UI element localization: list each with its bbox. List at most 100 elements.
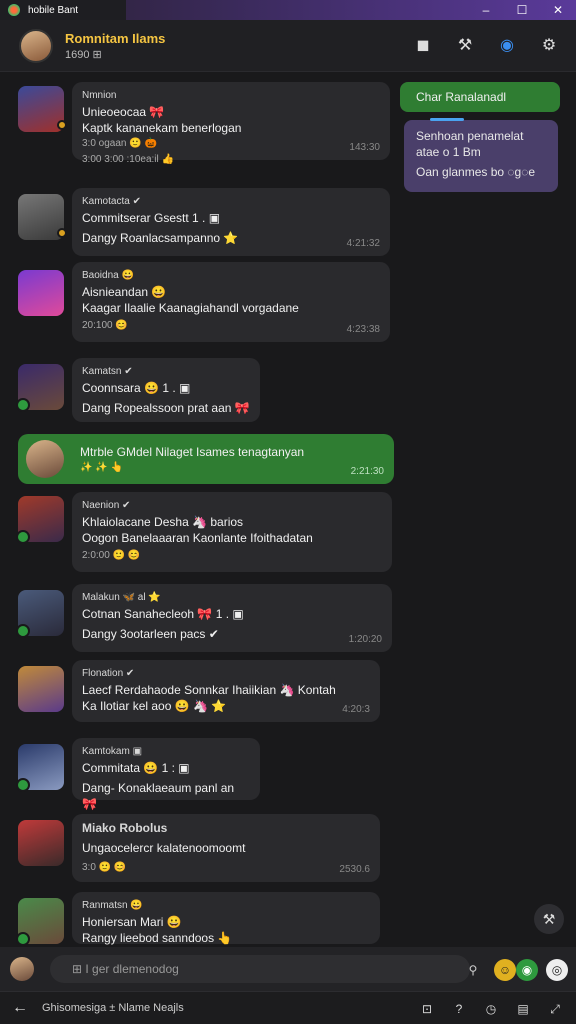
circle-icon[interactable]: ◉ xyxy=(494,32,520,58)
message-line: Oogon Banelaaaran Kaonlante Ifoithadatan xyxy=(82,531,313,545)
message-line: Dang Ropealssoon prat aan 🎀 xyxy=(82,401,250,415)
sender-name: Baoidna 😀 xyxy=(82,270,134,281)
message-line: Laecf Rerdahaode Sonnkar Ihaiikian 🦄 Kon… xyxy=(82,683,336,697)
message-line: Khlaiolacane Desha 🦄 barios xyxy=(82,515,244,529)
header-actions: ◼ ⚒ ◉ ⚙ xyxy=(410,32,562,58)
message-bubble[interactable]: Kamotacta ✔ Commitserar Gsestt 1 . ▣ Dan… xyxy=(72,188,390,256)
message-time: 4:20:3 xyxy=(342,704,370,715)
bottom-icons: ⊡ ? ◷ ▤ ⤢ xyxy=(418,1000,564,1018)
status-badge xyxy=(16,398,30,412)
status-badge xyxy=(57,228,67,238)
message-line: Commitata 😀 1 : ▣ xyxy=(82,761,190,775)
message-bubble[interactable]: Naenion ✔ Khlaiolacane Desha 🦄 barios Oo… xyxy=(72,492,392,572)
message-line: Unieoeocaa 🎀 xyxy=(82,105,165,119)
message-bubble[interactable]: Kamatsn ✔ Coonnsara 😀 1 . ▣ Dang Ropeals… xyxy=(72,358,260,422)
contact-avatar[interactable] xyxy=(19,28,53,63)
message-bubble[interactable]: Kamtokam ▣ Commitata 😀 1 : ▣ Dang- Konak… xyxy=(72,738,260,811)
help-icon[interactable]: ? xyxy=(450,1000,468,1018)
close-icon[interactable]: ✕ xyxy=(540,0,576,20)
avatar[interactable] xyxy=(16,590,64,638)
settings-icon[interactable]: ⚙ xyxy=(536,32,562,58)
status-badge xyxy=(16,778,30,792)
pin-icon[interactable]: ⚲ xyxy=(462,959,484,981)
message-meta: ✨ ✨ 👆 xyxy=(80,462,123,473)
message-line: Ka Ilotiar kel aoo 😀 🦄 ⭐ xyxy=(82,699,227,713)
message-bubble[interactable]: Flonation ✔ Laecf Rerdahaode Sonnkar Iha… xyxy=(72,660,380,722)
sender-name: Kamtokam ▣ xyxy=(82,746,143,757)
sender-name: Miako Robolus xyxy=(82,821,168,835)
avatar[interactable] xyxy=(18,666,64,712)
avatar[interactable] xyxy=(16,496,64,544)
contact-status: 1690 ⊞ xyxy=(65,48,102,61)
avatar[interactable] xyxy=(16,898,64,946)
send-icon[interactable]: ◎ xyxy=(546,959,568,981)
message-time: 2530.6 xyxy=(339,864,370,875)
message-line: Kaagar Ilaalie Kaanagiahandl vorgadane xyxy=(82,301,299,315)
message-time: 1:20:20 xyxy=(348,634,382,645)
window-controls: – ☐ ✕ xyxy=(468,0,576,20)
bottom-bar: ← Ghisomesiga ± Nlame Neajls ⊡ ? ◷ ▤ ⤢ xyxy=(0,991,576,1024)
message-bubble[interactable]: Malakun 🦋 al ⭐ Cotnan Sanahecleoh 🎀 1 . … xyxy=(72,584,392,652)
expand-icon[interactable]: ⤢ xyxy=(546,1000,564,1018)
sender-name: Kamatsn ✔ xyxy=(82,366,133,377)
gif-icon[interactable]: ◉ xyxy=(516,959,538,981)
tools-float-icon[interactable]: ⚒ xyxy=(534,904,564,934)
clock-icon[interactable]: ◷ xyxy=(482,1000,500,1018)
chat-area[interactable]: Char Ranalanadl Senhoan penamelat atae o… xyxy=(0,72,576,947)
contact-name: Romnitam Ilams xyxy=(65,30,166,46)
list-item[interactable] xyxy=(16,898,64,946)
message-line: Kaptk kananekam benerlogan xyxy=(82,121,242,135)
avatar[interactable] xyxy=(26,440,64,478)
message-bubble[interactable]: Miako Robolus Ungaocelercr kalatenoomoom… xyxy=(72,814,380,882)
tools-icon[interactable]: ⚒ xyxy=(452,32,478,58)
avatar[interactable] xyxy=(18,86,67,132)
message-line: Aisnieandan 😀 xyxy=(82,285,167,299)
contact-info[interactable]: Romnitam Ilams 1690 ⊞ xyxy=(65,31,165,61)
sender-name: Naenion ✔ xyxy=(82,500,131,511)
chat-header: Romnitam Ilams 1690 ⊞ ◼ ⚒ ◉ ⚙ xyxy=(0,20,576,72)
avatar[interactable] xyxy=(18,270,64,316)
minimize-icon[interactable]: – xyxy=(468,0,504,20)
avatar[interactable] xyxy=(16,364,64,412)
list-item[interactable] xyxy=(16,590,64,638)
list-item[interactable] xyxy=(18,270,64,316)
avatar[interactable] xyxy=(18,194,67,240)
outgoing-purple-line3: Oan glanmes bo ◌g◌e xyxy=(416,165,535,179)
message-time: 143:30 xyxy=(349,142,380,153)
sender-name: Ranmatsn 😀 xyxy=(82,900,143,911)
my-avatar[interactable] xyxy=(10,957,34,981)
panel-icon[interactable]: ▤ xyxy=(514,1000,532,1018)
message-bubble[interactable]: Baoidna 😀 Aisnieandan 😀 Kaagar Ilaalie K… xyxy=(72,262,390,342)
message-time: 2:21:30 xyxy=(350,466,384,477)
stop-icon[interactable]: ◼ xyxy=(410,32,436,58)
outgoing-message-green[interactable]: Char Ranalanadl xyxy=(400,82,560,112)
message-line: Dang- Konaklaeaum panl an 🎀 xyxy=(82,781,235,811)
message-accent xyxy=(430,118,464,121)
list-item[interactable] xyxy=(18,666,64,712)
status-badge xyxy=(16,624,30,638)
sender-name: Nmnion xyxy=(82,90,117,101)
message-meta: 3:00 3:00 :10ea:il 👍 xyxy=(82,154,174,165)
emoji-icon[interactable]: ☺ xyxy=(494,959,516,981)
list-item[interactable] xyxy=(16,496,64,544)
list-item[interactable] xyxy=(16,364,64,412)
avatar[interactable] xyxy=(16,744,64,792)
sender-name: Kamotacta ✔ xyxy=(82,196,141,207)
message-bubble[interactable]: Nmnion Unieoeocaa 🎀 Kaptk kananekam bene… xyxy=(72,82,390,165)
message-input[interactable] xyxy=(50,955,470,983)
bottom-status-text: Ghisomesiga ± Nlame Neajls xyxy=(42,1002,184,1014)
avatar[interactable] xyxy=(18,820,64,866)
highlighted-message[interactable]: Mtrble GMdel Nilaget Isames tenagtanyan … xyxy=(18,434,394,484)
outgoing-message-purple[interactable]: Senhoan penamelat atae o 1 Bm Oan glanme… xyxy=(404,118,558,192)
status-badge xyxy=(57,120,67,130)
list-item[interactable] xyxy=(18,86,67,132)
list-item[interactable] xyxy=(18,820,64,866)
maximize-icon[interactable]: ☐ xyxy=(504,0,540,20)
back-arrow-icon[interactable]: ← xyxy=(12,999,28,1017)
attach-icon[interactable]: ⊡ xyxy=(418,1000,436,1018)
message-bubble[interactable]: Ranmatsn 😀 Honiersan Mari 😀 Rangy lieebo… xyxy=(72,892,380,945)
message-meta: 3:0 🙂 😊 xyxy=(82,862,127,873)
sender-name: Malakun 🦋 al ⭐ xyxy=(82,592,161,603)
list-item[interactable] xyxy=(16,744,64,792)
list-item[interactable] xyxy=(18,194,67,240)
